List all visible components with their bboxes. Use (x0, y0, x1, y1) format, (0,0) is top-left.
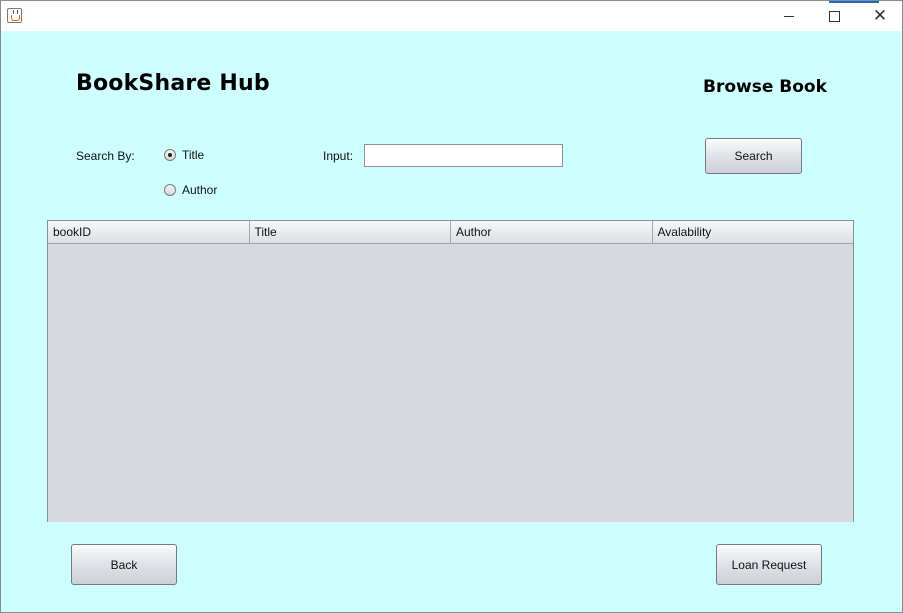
radio-selected-dot (168, 153, 172, 157)
column-header-bookid[interactable]: bookID (48, 221, 250, 243)
table-body[interactable] (48, 244, 853, 522)
app-window: ✕ BookShare Hub Browse Book Search By: T… (0, 0, 903, 613)
column-header-availability[interactable]: Avalability (653, 221, 854, 243)
back-button[interactable]: Back (71, 544, 177, 585)
radio-title-indicator[interactable] (164, 149, 176, 161)
java-app-icon[interactable] (7, 8, 22, 23)
column-header-author[interactable]: Author (451, 221, 653, 243)
radio-title[interactable]: Title (164, 148, 204, 162)
minimize-button[interactable] (766, 1, 812, 31)
radio-author-indicator[interactable] (164, 184, 176, 196)
app-title: BookShare Hub (76, 71, 270, 96)
page-title: Browse Book (703, 77, 827, 97)
search-by-label: Search By: (76, 149, 135, 163)
close-icon: ✕ (872, 5, 888, 26)
radio-author[interactable]: Author (164, 183, 217, 197)
title-bar: ✕ (1, 1, 902, 31)
input-label: Input: (323, 149, 354, 163)
steam-shape (13, 10, 18, 14)
minimize-icon (784, 15, 794, 17)
loan-request-button[interactable]: Loan Request (716, 544, 822, 585)
maximize-icon (828, 10, 840, 22)
main-panel: BookShare Hub Browse Book Search By: Tit… (1, 31, 902, 612)
column-header-title[interactable]: Title (250, 221, 451, 243)
maximize-button[interactable] (811, 1, 857, 31)
search-input[interactable] (364, 144, 563, 167)
books-table[interactable]: bookID Title Author Avalability (47, 220, 854, 522)
radio-author-label: Author (182, 183, 218, 197)
radio-title-label: Title (182, 148, 205, 162)
close-button[interactable]: ✕ (857, 1, 903, 31)
cup-shape (11, 15, 20, 21)
table-header: bookID Title Author Avalability (48, 221, 853, 244)
search-button[interactable]: Search (705, 138, 802, 174)
